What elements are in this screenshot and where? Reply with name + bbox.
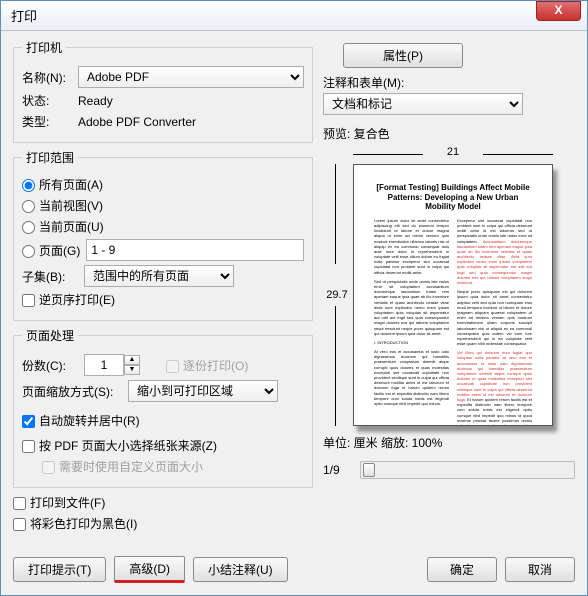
- reverse-check[interactable]: 逆页序打印(E): [22, 291, 115, 308]
- preview-label: 预览: 复合色: [323, 125, 575, 142]
- footer: 打印提示(T) 高级(D) 小结注释(U) 确定 取消: [1, 548, 587, 595]
- radio-all[interactable]: 所有页面(A): [22, 176, 103, 193]
- radio-view-input[interactable]: [22, 200, 35, 213]
- radio-current[interactable]: 当前页面(U): [22, 218, 104, 235]
- preview-doc-title: [Format Testing] Buildings Affect Mobile…: [374, 183, 532, 212]
- preview-page: [Format Testing] Buildings Affect Mobile…: [353, 164, 553, 426]
- radio-current-input[interactable]: [22, 221, 35, 234]
- close-button[interactable]: X: [536, 1, 581, 21]
- copies-label: 份数(C):: [22, 357, 78, 374]
- handling-legend: 页面处理: [22, 327, 78, 344]
- page-slider[interactable]: [360, 461, 575, 479]
- properties-button[interactable]: 属性(P): [343, 43, 463, 68]
- spin-down-icon[interactable]: ▼: [124, 365, 140, 375]
- advanced-button[interactable]: 高级(D): [114, 556, 185, 583]
- cancel-button[interactable]: 取消: [505, 557, 575, 582]
- collate-check-input: [166, 360, 179, 373]
- print-dialog: 打印 X 打印机 名称(N): Adobe PDF 状态: Ready 类型:: [0, 0, 588, 596]
- slider-thumb[interactable]: [363, 463, 375, 477]
- custom-size-check-input: [42, 461, 55, 474]
- printer-name-select[interactable]: Adobe PDF: [78, 66, 304, 88]
- printer-legend: 打印机: [22, 39, 66, 56]
- autorotate-check-input[interactable]: [22, 415, 35, 428]
- choose-source-check[interactable]: 按 PDF 页面大小选择纸张来源(Z): [22, 437, 217, 454]
- print-to-file-check[interactable]: 打印到文件(F): [13, 494, 105, 511]
- title-bar[interactable]: 打印 X: [1, 1, 587, 31]
- reverse-check-input[interactable]: [22, 294, 35, 307]
- scale-select[interactable]: 缩小到可打印区域: [128, 380, 278, 402]
- range-group: 打印范围 所有页面(A) 当前视图(V) 当前页面(U) 页面(G) 子集(B)…: [13, 149, 313, 321]
- autorotate-check[interactable]: 自动旋转并居中(R): [22, 412, 140, 429]
- comments-select[interactable]: 文档和标记: [323, 93, 523, 115]
- choose-source-check-input[interactable]: [22, 440, 35, 453]
- ok-button[interactable]: 确定: [427, 557, 497, 582]
- radio-view[interactable]: 当前视图(V): [22, 197, 103, 214]
- pages-input[interactable]: [86, 239, 304, 261]
- preview-columns: Lorem ipsum dolor sit amet consectetur a…: [374, 218, 532, 426]
- summarize-button[interactable]: 小结注释(U): [193, 557, 288, 582]
- scale-label: 页面缩放方式(S):: [22, 383, 122, 400]
- page-indicator: 1/9: [323, 463, 340, 477]
- subset-label: 子集(B):: [22, 268, 78, 285]
- range-legend: 打印范围: [22, 149, 78, 166]
- radio-all-input[interactable]: [22, 179, 35, 192]
- window-title: 打印: [11, 6, 536, 25]
- printer-status-value: Ready: [78, 94, 113, 108]
- printer-name-label: 名称(N):: [22, 69, 72, 86]
- comments-label: 注释和表单(M):: [323, 74, 575, 91]
- printer-group: 打印机 名称(N): Adobe PDF 状态: Ready 类型: Adobe…: [13, 39, 313, 143]
- printer-type-value: Adobe PDF Converter: [78, 115, 196, 129]
- printer-status-label: 状态:: [22, 92, 72, 109]
- preview-units: 单位: 厘米 缩放: 100%: [323, 434, 575, 451]
- print-to-file-input[interactable]: [13, 497, 26, 510]
- custom-size-check: 需要时使用自定义页面大小: [42, 458, 203, 475]
- collate-check: 逐份打印(O): [166, 357, 248, 374]
- copies-input[interactable]: [84, 354, 124, 376]
- preview-height: 29.7: [323, 164, 351, 426]
- preview-width: 21: [353, 146, 553, 158]
- tips-button[interactable]: 打印提示(T): [13, 557, 106, 582]
- radio-pages-input[interactable]: [22, 245, 35, 258]
- handling-group: 页面处理 份数(C): ▲▼ 逐份打印(O) 页面缩放方式(S): 缩小到可打印…: [13, 327, 313, 488]
- color-as-black-input[interactable]: [13, 518, 26, 531]
- spin-up-icon[interactable]: ▲: [124, 355, 140, 365]
- subset-select[interactable]: 范围中的所有页面: [84, 265, 234, 287]
- printer-type-label: 类型:: [22, 113, 72, 130]
- preview-area: 21 29.7 [Format Testing] Buildings Affec…: [323, 146, 553, 426]
- color-as-black-check[interactable]: 将彩色打印为黑色(I): [13, 515, 137, 532]
- copies-spinner[interactable]: ▲▼: [84, 354, 140, 376]
- radio-pages[interactable]: 页面(G): [22, 242, 80, 259]
